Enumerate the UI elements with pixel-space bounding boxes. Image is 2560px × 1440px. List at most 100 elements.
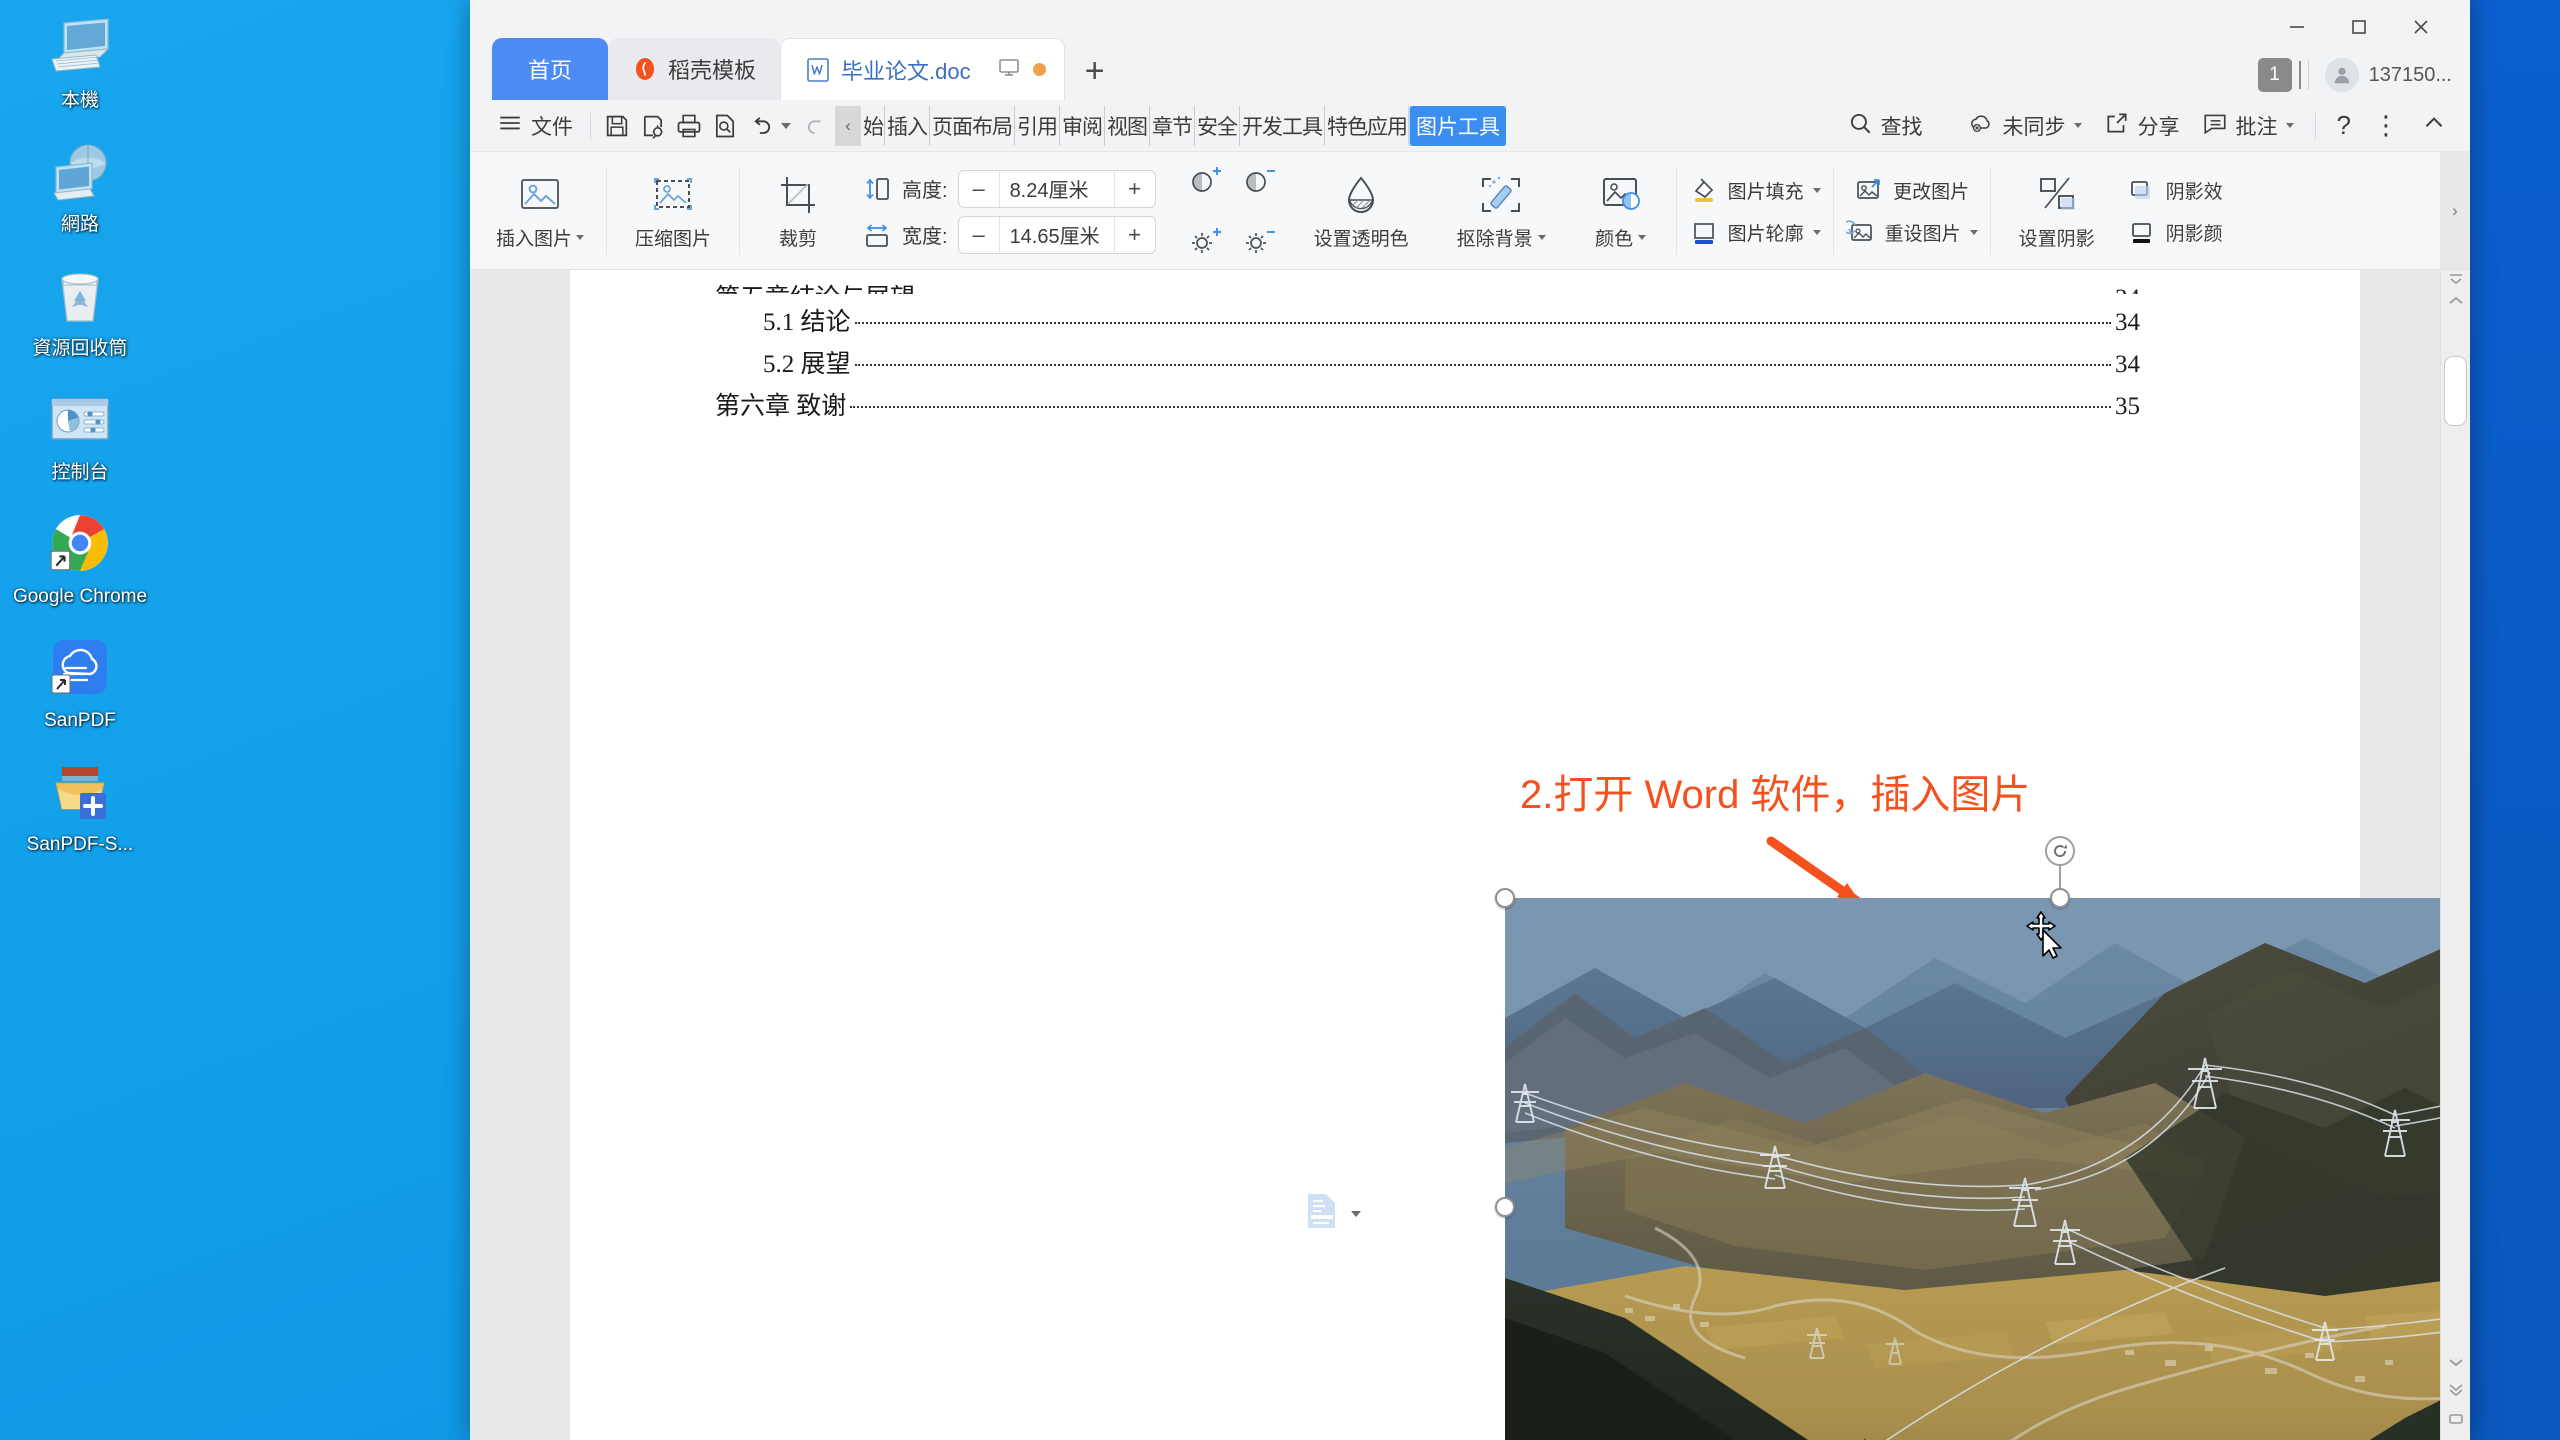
- print-icon[interactable]: [671, 108, 707, 144]
- height-increase-button[interactable]: +: [1115, 171, 1155, 207]
- scrollbar-thumb[interactable]: [2444, 356, 2467, 426]
- scroll-up-button[interactable]: [2441, 294, 2470, 306]
- width-spinner[interactable]: – 14.65厘米 +: [958, 216, 1156, 254]
- select-browse-object-button[interactable]: [2441, 1412, 2470, 1426]
- new-tab-button[interactable]: +: [1065, 42, 1125, 100]
- set-shadow-button[interactable]: 设置阴影: [2005, 172, 2109, 251]
- next-page-button[interactable]: [2441, 1380, 2470, 1396]
- print-preview-icon[interactable]: [707, 108, 743, 144]
- increase-brightness-button[interactable]: [1186, 222, 1226, 262]
- save-icon[interactable]: [599, 108, 635, 144]
- desktop-icon-control-panel[interactable]: 控制台: [5, 382, 155, 484]
- menu-tab-review[interactable]: 审阅: [1060, 106, 1105, 146]
- chevron-down-icon: [576, 235, 584, 240]
- close-button[interactable]: [2390, 6, 2452, 48]
- chevron-left-icon: ‹: [845, 116, 851, 136]
- set-transparent-color-button[interactable]: 设置透明色: [1300, 172, 1423, 251]
- desktop-icon-recycle-bin[interactable]: 資源回收筒: [5, 258, 155, 360]
- height-decrease-button[interactable]: –: [959, 171, 999, 207]
- decrease-contrast-button[interactable]: [1240, 161, 1280, 201]
- width-value[interactable]: 14.65厘米: [999, 217, 1115, 253]
- height-spinner[interactable]: – 8.24厘米 +: [958, 170, 1156, 208]
- menu-tab-developer-tools[interactable]: 开发工具: [1240, 106, 1325, 146]
- shadow-effect-button[interactable]: 阴影效: [2127, 176, 2223, 206]
- avatar: [2325, 58, 2359, 92]
- minimize-button[interactable]: [2266, 6, 2328, 48]
- desktop-icon-google-chrome[interactable]: Google Chrome: [5, 506, 155, 608]
- toc-row[interactable]: 5.1 结论 34: [715, 302, 2140, 338]
- toc-row[interactable]: 5.2 展望 34: [715, 344, 2140, 380]
- undo-icon[interactable]: [743, 108, 779, 144]
- picture-image[interactable]: [1505, 898, 2470, 1440]
- menu-tab-section[interactable]: 章节: [1150, 106, 1195, 146]
- monitor-icon[interactable]: [997, 55, 1021, 85]
- height-value[interactable]: 8.24厘米: [999, 171, 1115, 207]
- desktop-icon-network[interactable]: 網路: [5, 134, 155, 236]
- layout-options-button[interactable]: [1305, 1192, 1361, 1235]
- desktop-icon-sanpdf-split[interactable]: SanPDF-S...: [5, 754, 155, 856]
- chevron-down-icon[interactable]: [1351, 1211, 1361, 1217]
- menu-tab-view[interactable]: 视图: [1105, 106, 1150, 146]
- ribbon-overflow-button[interactable]: ›: [2440, 152, 2470, 269]
- remove-background-button[interactable]: 抠除背景: [1443, 172, 1560, 251]
- change-picture-button[interactable]: 更改图片: [1854, 176, 1969, 206]
- reset-picture-button[interactable]: 重设图片: [1846, 218, 1978, 248]
- desktop-icon-this-pc[interactable]: 本機: [5, 10, 155, 112]
- toc-row[interactable]: 第五章结论与展望 34: [715, 278, 2140, 294]
- sync-status-button[interactable]: 未同步: [1958, 106, 2091, 146]
- tab-docer-templates[interactable]: 稻壳模板: [608, 38, 780, 100]
- undo-caret-icon[interactable]: [781, 123, 791, 129]
- search-button[interactable]: 查找: [1838, 106, 1932, 146]
- selected-picture[interactable]: [1505, 898, 2470, 1440]
- file-menu-button[interactable]: 文件: [488, 106, 582, 146]
- comment-button[interactable]: 批注: [2193, 106, 2303, 146]
- scroll-down-button[interactable]: [2441, 1356, 2470, 1368]
- ribbon-group-shadow-options: 阴影效 阴影颜: [2119, 156, 2231, 267]
- menubar-right-items: 查找 未同步: [1838, 106, 2456, 146]
- resize-handle-top-left[interactable]: [1495, 888, 1515, 908]
- width-increase-button[interactable]: +: [1115, 217, 1155, 253]
- menu-tab-security[interactable]: 安全: [1195, 106, 1240, 146]
- picture-fill-icon: [1689, 176, 1719, 206]
- help-button[interactable]: ?: [2328, 106, 2360, 146]
- picture-outline-button[interactable]: 图片轮廓: [1689, 218, 1821, 248]
- insert-picture-button[interactable]: 插入图片: [488, 160, 592, 264]
- menu-tab-references[interactable]: 引用: [1015, 106, 1060, 146]
- menu-scroll-left-button[interactable]: ‹: [835, 106, 861, 146]
- page-count-badge[interactable]: 1: [2258, 58, 2292, 92]
- resize-handle-top-center[interactable]: [2050, 888, 2070, 908]
- increase-contrast-button[interactable]: [1186, 161, 1226, 201]
- menu-tab-page-layout[interactable]: 页面布局: [930, 106, 1015, 146]
- picture-fill-button[interactable]: 图片填充: [1689, 176, 1821, 206]
- tab-home[interactable]: 首页: [492, 38, 608, 100]
- rotate-handle[interactable]: [2045, 836, 2075, 866]
- scroll-top-indicator[interactable]: [2441, 272, 2470, 286]
- document-scroll-area[interactable]: 第五章结论与展望 34 5.1 结论 34 5.2 展望 34 第六章 致谢: [470, 270, 2470, 1440]
- menu-tab-picture-tools[interactable]: 图片工具: [1410, 106, 1506, 146]
- share-button[interactable]: 分享: [2095, 106, 2189, 146]
- chevron-down-icon: [2286, 123, 2294, 128]
- resize-handle-middle-left[interactable]: [1495, 1197, 1515, 1217]
- compress-picture-button[interactable]: 压缩图片: [621, 160, 725, 264]
- redo-icon[interactable]: [799, 108, 835, 144]
- menu-tab-featured-apps[interactable]: 特色应用: [1325, 106, 1410, 146]
- maximize-button[interactable]: [2328, 6, 2390, 48]
- wps-office-window: 首页 稻壳模板 毕业论文.doc: [470, 0, 2470, 1440]
- tab-thesis-document[interactable]: 毕业论文.doc: [780, 38, 1065, 100]
- width-decrease-button[interactable]: –: [959, 217, 999, 253]
- save-as-icon[interactable]: [635, 108, 671, 144]
- shadow-color-button[interactable]: 阴影颜: [2127, 218, 2223, 248]
- vertical-scrollbar[interactable]: [2440, 270, 2470, 1440]
- collapse-ribbon-button[interactable]: [2412, 106, 2456, 146]
- ribbon-group-fill-outline: 图片填充 图片轮廓: [1681, 156, 1829, 267]
- desktop-icon-sanpdf[interactable]: SanPDF: [5, 630, 155, 732]
- toc-row[interactable]: 第六章 致谢 35: [715, 386, 2140, 422]
- change-picture-label: 更改图片: [1893, 177, 1969, 204]
- user-account[interactable]: 137150...: [2325, 58, 2452, 92]
- more-options-button[interactable]: ⋮: [2364, 106, 2408, 146]
- crop-button[interactable]: 裁剪: [754, 160, 842, 264]
- menu-tab-insert[interactable]: 插入: [885, 106, 930, 146]
- color-button[interactable]: 颜色: [1580, 172, 1662, 251]
- decrease-brightness-button[interactable]: [1240, 222, 1280, 262]
- menu-tab-start[interactable]: 始: [861, 106, 885, 146]
